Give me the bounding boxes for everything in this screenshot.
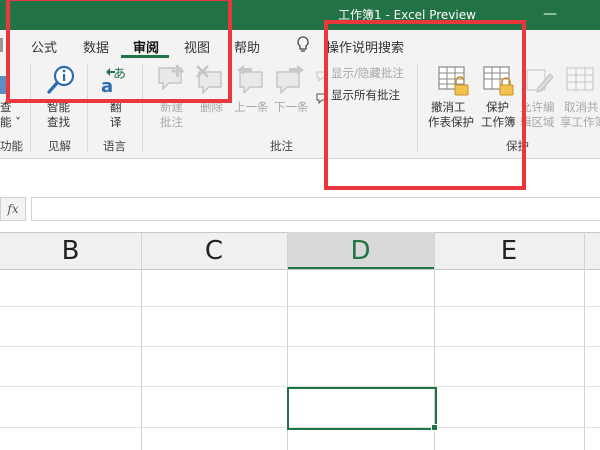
column-header-b[interactable]: B — [0, 232, 141, 268]
allow-edit-ranges-icon[interactable] — [526, 66, 554, 100]
group-label-partial: 功能 — [0, 139, 23, 153]
row-gridline — [0, 306, 600, 307]
column-gridline — [141, 232, 142, 450]
minimize-button[interactable]: — — [535, 0, 565, 30]
column-header-e[interactable]: E — [434, 232, 584, 268]
tab-fragment-left — [0, 38, 3, 52]
smart-lookup-button[interactable]: 查找 — [47, 115, 70, 130]
insert-function-button[interactable]: fx — [0, 197, 26, 221]
previous-comment-button[interactable]: 上一条 — [234, 100, 269, 115]
previous-comment-icon[interactable] — [235, 64, 267, 98]
new-comment-button[interactable]: 批注 — [160, 115, 183, 130]
annotation-box-protect-group — [324, 20, 526, 190]
group-label-insights: 见解 — [48, 139, 71, 153]
group-label-comments: 批注 — [270, 139, 293, 153]
formula-input[interactable] — [31, 197, 600, 221]
unshare-workbook-icon[interactable] — [566, 66, 596, 100]
unshare-workbook-button[interactable]: 享工作簿 — [560, 115, 600, 130]
translate-button[interactable]: 译 — [110, 115, 122, 130]
group-label-language: 语言 — [103, 139, 126, 153]
column-gridline — [584, 232, 585, 450]
fill-handle[interactable] — [431, 424, 438, 431]
row-gridline — [0, 346, 600, 347]
partial-ribbon-label[interactable]: 能 ˅ — [0, 115, 21, 130]
tab-help[interactable]: 帮助 — [234, 37, 260, 56]
next-comment-icon[interactable] — [274, 64, 306, 98]
annotation-box-review-tab — [6, 0, 232, 103]
next-comment-button[interactable]: 下一条 — [274, 100, 309, 115]
active-cell[interactable] — [287, 387, 437, 430]
lightbulb-icon[interactable] — [296, 36, 310, 58]
unshare-workbook-button[interactable]: 取消共 — [564, 100, 599, 115]
column-header-d[interactable]: D — [287, 232, 434, 269]
column-header-c[interactable]: C — [141, 232, 287, 268]
